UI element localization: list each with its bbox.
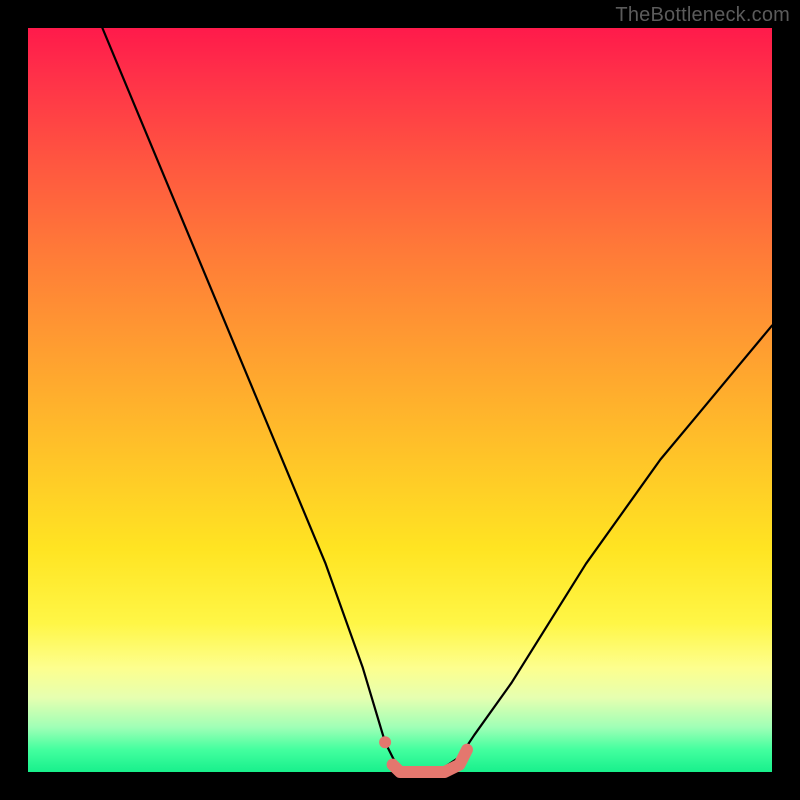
optimal-marker-dot [379,736,391,748]
curve-svg [28,28,772,772]
optimal-range-bar [393,750,467,772]
watermark-text: TheBottleneck.com [615,4,790,27]
bottleneck-curve [102,28,772,772]
chart-frame: TheBottleneck.com [0,0,800,800]
plot-area [28,28,772,772]
